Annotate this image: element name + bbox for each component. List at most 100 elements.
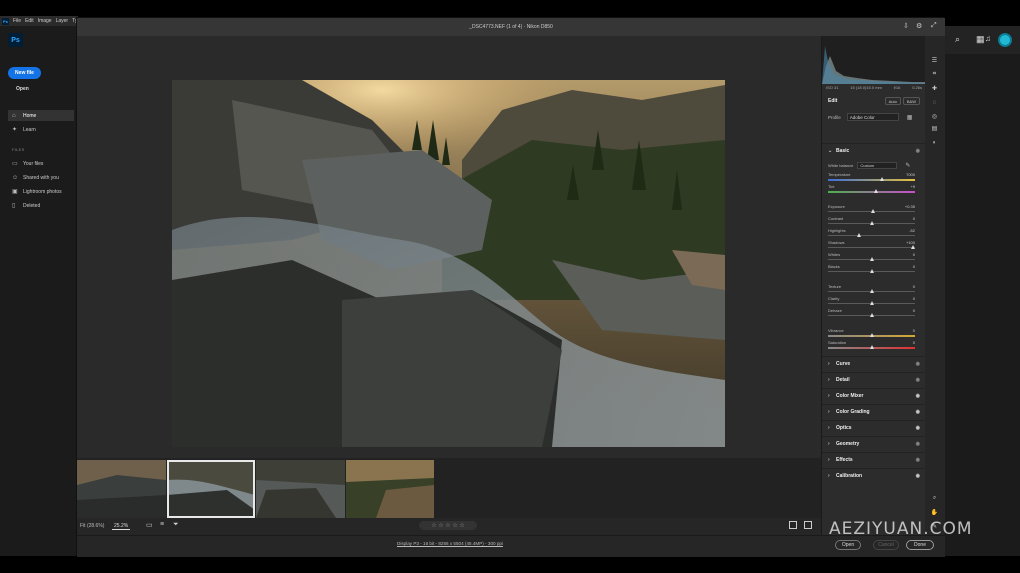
slider-contrast[interactable]: Contrast 0 bbox=[828, 216, 915, 228]
bw-button[interactable]: B&W bbox=[902, 97, 920, 105]
slider-shadows[interactable]: Shadows +100 bbox=[828, 240, 916, 252]
filmstrip-thumbnail[interactable] bbox=[77, 460, 166, 518]
zoom-icon[interactable]: ⌕ bbox=[930, 494, 939, 503]
slider-value[interactable]: 0 bbox=[913, 252, 915, 257]
sidebar-item-your-files[interactable]: ▭ Your files bbox=[8, 158, 74, 169]
sidebar-item-deleted[interactable]: ▯ Deleted bbox=[8, 200, 74, 211]
slider-knob[interactable] bbox=[857, 233, 862, 237]
profile-browser-icon[interactable]: ▦ bbox=[907, 114, 913, 121]
before-after-icon[interactable] bbox=[789, 521, 797, 529]
slider-track[interactable] bbox=[828, 235, 915, 236]
hand-icon[interactable]: ✋ bbox=[930, 508, 939, 517]
zoom-level[interactable]: 25.2% bbox=[112, 523, 131, 530]
slider-value[interactable]: +9 bbox=[910, 184, 915, 189]
menu-layer[interactable]: Layer bbox=[56, 18, 69, 24]
section-detail[interactable]: › Detail ◉ bbox=[822, 372, 926, 386]
healing-icon[interactable]: ✚ bbox=[930, 84, 939, 93]
slider-clarity[interactable]: Clarity 0 bbox=[828, 296, 915, 308]
slider-value[interactable]: 0 bbox=[913, 284, 915, 289]
done-button[interactable]: Done bbox=[906, 540, 934, 550]
fullscreen-icon[interactable]: ⤢ bbox=[931, 22, 937, 30]
slider-knob[interactable] bbox=[869, 333, 874, 337]
slider-value[interactable]: 0 bbox=[913, 308, 915, 313]
save-icon[interactable]: ⇩ bbox=[903, 22, 909, 30]
eye-icon[interactable]: ◉ bbox=[916, 393, 920, 399]
bell-icon[interactable]: ♫ bbox=[985, 34, 991, 43]
menu-edit[interactable]: Edit bbox=[25, 18, 34, 24]
profile-select[interactable]: Adobe Color bbox=[846, 113, 899, 121]
filmstrip-toggle-icon[interactable]: ▭ bbox=[146, 521, 153, 529]
slider-temperature[interactable]: Temperature 7000 bbox=[828, 172, 915, 184]
slider-track[interactable] bbox=[828, 191, 915, 193]
slider-texture[interactable]: Texture 0 bbox=[828, 284, 915, 296]
slider-blacks[interactable]: Blacks 0 bbox=[828, 264, 915, 276]
open-button[interactable]: Open bbox=[16, 86, 29, 92]
compare-view-icon[interactable] bbox=[804, 521, 812, 529]
menu-file[interactable]: File bbox=[13, 18, 21, 24]
slider-track[interactable] bbox=[828, 179, 915, 181]
slider-track[interactable] bbox=[828, 247, 915, 248]
snapshots-icon[interactable]: ▤ bbox=[930, 124, 939, 133]
slider-value[interactable]: 0 bbox=[913, 296, 915, 301]
gift-icon[interactable]: ▦ bbox=[976, 34, 985, 45]
eye-icon[interactable]: ◉ bbox=[916, 457, 920, 463]
sidebar-item-home[interactable]: ⌂ Home bbox=[8, 110, 74, 121]
filmstrip-thumbnail[interactable] bbox=[256, 460, 345, 518]
open-image-button[interactable]: Open bbox=[835, 540, 861, 550]
sort-icon[interactable]: ≡ bbox=[160, 521, 164, 528]
slider-value[interactable]: 0 bbox=[913, 328, 915, 333]
section-color-mixer[interactable]: › Color Mixer ◉ bbox=[822, 388, 926, 402]
section-effects[interactable]: › Effects ◉ bbox=[822, 452, 926, 466]
filmstrip-thumbnail[interactable] bbox=[346, 460, 434, 518]
section-optics[interactable]: › Optics ◉ bbox=[822, 420, 926, 434]
section-calibration[interactable]: › Calibration ◉ bbox=[822, 468, 926, 482]
section-geometry[interactable]: › Geometry ◉ bbox=[822, 436, 926, 450]
slider-value[interactable]: 7000 bbox=[906, 172, 915, 177]
slider-value[interactable]: +0.35 bbox=[905, 204, 915, 209]
eye-icon[interactable]: ◉ bbox=[916, 473, 920, 479]
eye-icon[interactable]: ◉ bbox=[916, 377, 920, 383]
section-curve[interactable]: › Curve ◉ bbox=[822, 356, 926, 370]
slider-knob[interactable] bbox=[869, 313, 874, 317]
new-file-button[interactable]: New file bbox=[8, 67, 41, 79]
basic-section-header[interactable]: ⌄ Basic ◉ bbox=[822, 143, 926, 157]
slider-value[interactable]: 0 bbox=[913, 264, 915, 269]
filmstrip-thumbnail-selected[interactable] bbox=[167, 460, 255, 518]
filter-icon[interactable]: ⏷ bbox=[173, 521, 179, 529]
white-balance-select[interactable]: Custom bbox=[857, 161, 898, 169]
eye-icon[interactable]: ◉ bbox=[916, 425, 920, 431]
mask-icon[interactable]: ◌ bbox=[930, 98, 939, 107]
sidebar-item-lightroom[interactable]: ▣ Lightroom photos bbox=[8, 186, 74, 197]
slider-saturation[interactable]: Saturation 0 bbox=[828, 340, 915, 352]
section-color-grading[interactable]: › Color Grading ◉ bbox=[822, 404, 926, 418]
slider-knob[interactable] bbox=[869, 257, 874, 261]
slider-dehaze[interactable]: Dehaze 0 bbox=[828, 308, 915, 320]
slider-knob[interactable] bbox=[879, 177, 884, 181]
star-rating[interactable]: ☆ ☆ ☆ ☆ ☆ bbox=[419, 521, 477, 530]
redeye-icon[interactable]: ◎ bbox=[930, 112, 939, 121]
avatar[interactable] bbox=[998, 33, 1012, 47]
workflow-options-link[interactable]: Display P3 - 16 bit - 8256 x 5504 (45.4M… bbox=[397, 541, 503, 546]
sidebar-item-learn[interactable]: ✦ Learn bbox=[8, 124, 74, 135]
slider-knob[interactable] bbox=[869, 345, 874, 349]
eyedropper-icon[interactable]: ✎ bbox=[905, 162, 910, 169]
fit-zoom-option[interactable]: Fit (28.6%) bbox=[80, 523, 104, 529]
crop-icon[interactable]: ⌗ bbox=[930, 70, 939, 79]
gear-icon[interactable]: ⚙ bbox=[916, 22, 922, 30]
slider-value[interactable]: 0 bbox=[913, 340, 915, 345]
slider-exposure[interactable]: Exposure +0.35 bbox=[828, 204, 915, 216]
slider-tint[interactable]: Tint +9 bbox=[828, 184, 915, 196]
eye-icon[interactable]: ◉ bbox=[916, 148, 920, 154]
slider-knob[interactable] bbox=[873, 189, 878, 193]
slider-knob[interactable] bbox=[869, 269, 874, 273]
slider-knob[interactable] bbox=[871, 209, 876, 213]
slider-knob[interactable] bbox=[911, 245, 916, 249]
slider-knob[interactable] bbox=[869, 301, 874, 305]
slider-whites[interactable]: Whites 0 bbox=[828, 252, 915, 264]
presets-icon[interactable]: ◐ bbox=[930, 138, 939, 147]
auto-button[interactable]: Auto bbox=[884, 97, 901, 105]
edit-tool-icon[interactable]: ☰ bbox=[930, 56, 939, 65]
search-icon[interactable]: ⌕ bbox=[955, 34, 960, 45]
slider-knob[interactable] bbox=[869, 289, 874, 293]
slider-value[interactable]: 0 bbox=[913, 216, 915, 221]
